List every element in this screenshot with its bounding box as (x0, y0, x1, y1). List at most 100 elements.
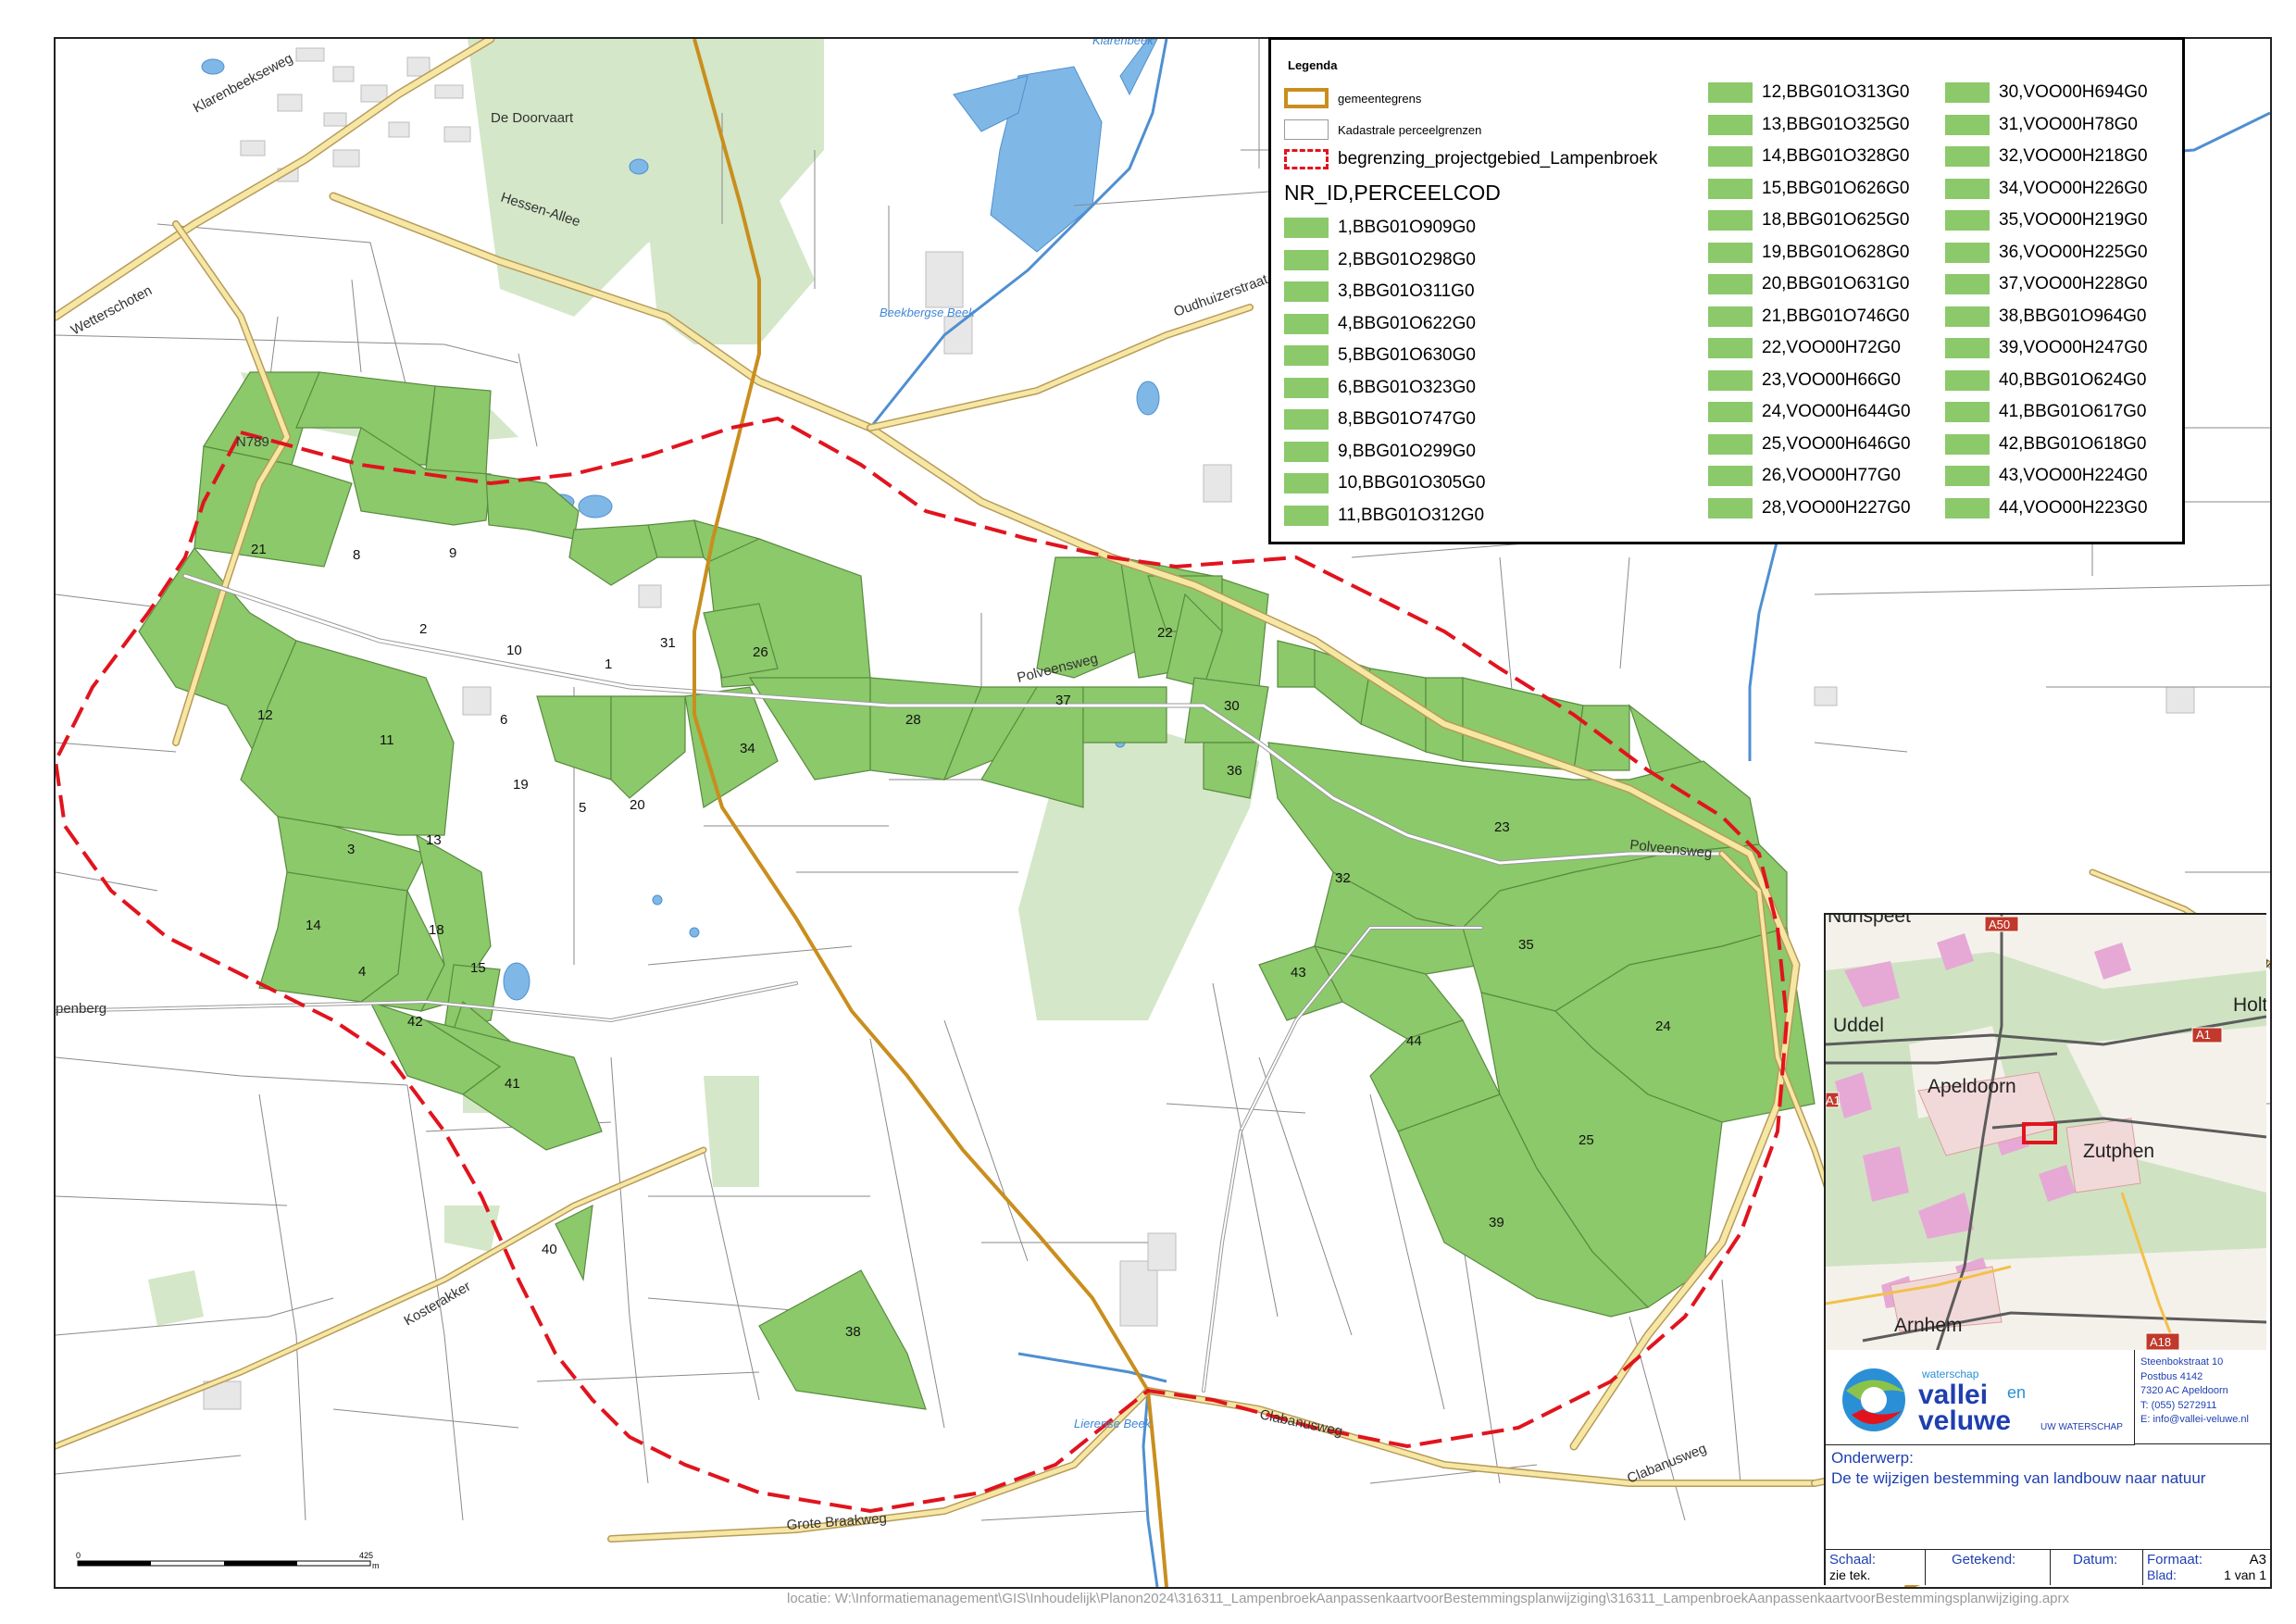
parcel-number: 19 (513, 777, 529, 793)
legend-parcel-item: 30,VOO00H694G0 (1945, 82, 2148, 103)
legend-label: Kadastrale perceelgrenzen (1338, 122, 1482, 137)
road-label: N789 (236, 434, 269, 450)
parcel-number: 6 (500, 712, 507, 728)
legend-parcel-label: 43,VOO00H224G0 (1999, 466, 2148, 485)
title-block: waterschap vallei en veluwe UW WATERSCHA… (1824, 1350, 2270, 1585)
legend-parcel-item: 4,BBG01O622G0 (1284, 313, 1476, 334)
parcel-number: 28 (905, 712, 921, 728)
place-label: Zutphen (2083, 1141, 2154, 1162)
legend-parcel-item: 42,BBG01O618G0 (1945, 433, 2147, 455)
parcel-swatch (1284, 377, 1329, 398)
legend-parcel-item: 23,VOO00H66G0 (1708, 369, 1901, 391)
parcel-number: 40 (542, 1242, 557, 1257)
parcel-number: 15 (470, 960, 486, 976)
legend-parcel-item: 14,BBG01O328G0 (1708, 146, 1910, 167)
legend-parcel-label: 22,VOO00H72G0 (1762, 338, 1901, 357)
parcel-number: 42 (407, 1014, 423, 1030)
legend-parcel-item: 43,VOO00H224G0 (1945, 466, 2148, 486)
place-label: Arnhem (1894, 1315, 1963, 1336)
legend-parcel-label: 39,VOO00H247G0 (1999, 338, 2148, 357)
parcel-swatch (1945, 146, 1990, 167)
parcel-number: 9 (449, 545, 456, 561)
parcel-number: 38 (845, 1324, 861, 1340)
parcel-number: 22 (1157, 625, 1173, 641)
legend-parcel-label: 26,VOO00H77G0 (1762, 466, 1901, 485)
place-label: Apeldoorn (1928, 1076, 2016, 1097)
parcel-swatch (1945, 338, 1990, 358)
legend-parcel-label: 30,VOO00H694G0 (1999, 82, 2148, 102)
parcel-swatch (1284, 218, 1329, 238)
parcel-swatch (1284, 505, 1329, 526)
parcel-swatch (1708, 369, 1753, 391)
legend-parcel-label: 2,BBG01O298G0 (1338, 249, 1476, 269)
address-line: E: info@vallei-veluwe.nl (2140, 1414, 2249, 1425)
legend-parcel-label: 25,VOO00H646G0 (1762, 433, 1911, 454)
logo-small-text: waterschap (1921, 1368, 1979, 1380)
legend-parcel-item: 36,VOO00H225G0 (1945, 242, 2148, 263)
water-label: Beekbergse Beek (880, 306, 976, 319)
legend-parcel-label: 3,BBG01O311G0 (1338, 281, 1475, 301)
gemeentegrens-swatch (1284, 88, 1329, 108)
formaat-row: Formaat: A3 (2147, 1552, 2266, 1568)
legend-parcel-item: 21,BBG01O746G0 (1708, 306, 1910, 327)
legend-parcel-label: 9,BBG01O299G0 (1338, 441, 1476, 461)
legend-parcel-item: 11,BBG01O312G0 (1284, 505, 1484, 526)
legend-parcel-item: 24,VOO00H644G0 (1708, 402, 1911, 422)
scale-zero: 0 (76, 1551, 81, 1560)
legend-parcel-label: 28,VOO00H227G0 (1762, 497, 1911, 518)
meta-schaal: Schaal: zie tek. (1826, 1550, 1926, 1585)
parcel-swatch (1708, 114, 1753, 135)
legend-parcel-item: 9,BBG01O299G0 (1284, 441, 1476, 462)
legend-parcel-item: 22,VOO00H72G0 (1708, 338, 1901, 358)
parcel-number: 13 (426, 832, 442, 848)
parcel-swatch (1708, 210, 1753, 231)
legend-parcel-label: 18,BBG01O625G0 (1762, 210, 1910, 230)
legend-parcel-item: 6,BBG01O323G0 (1284, 377, 1476, 398)
legend-parcel-item: 8,BBG01O747G0 (1284, 409, 1476, 430)
road-label: Grote Braakweg (786, 1510, 887, 1533)
legend-parcel-label: 34,VOO00H226G0 (1999, 178, 2148, 198)
parcel-swatch (1284, 281, 1329, 302)
meta-getekend: Getekend: (1926, 1550, 2051, 1585)
parcel-swatch (1945, 274, 1990, 294)
parcel-swatch (1708, 146, 1753, 167)
parcel-swatch (1284, 249, 1329, 270)
inset-road-label: A1 (2196, 1028, 2211, 1042)
road-label: Wetterschoten (69, 282, 155, 338)
parcel-swatch (1708, 82, 1753, 103)
legend-parcel-label: 41,BBG01O617G0 (1999, 402, 2147, 421)
legend-parcel-label: 4,BBG01O622G0 (1338, 313, 1476, 333)
parcel-swatch (1284, 441, 1329, 462)
place-label: Holt (2233, 994, 2266, 1016)
legend-parcel-label: 44,VOO00H223G0 (1999, 497, 2148, 518)
parcel-number: 32 (1335, 870, 1351, 886)
legend-parcel-item: 28,VOO00H227G0 (1708, 497, 1911, 518)
place-label: Nunspeet (1828, 915, 1911, 927)
legend-parcel-label: 19,BBG01O628G0 (1762, 242, 1910, 262)
legend-parcel-item: 18,BBG01O625G0 (1708, 210, 1910, 231)
legend-parcel-item: 34,VOO00H226G0 (1945, 178, 2148, 199)
parcel-swatch (1708, 466, 1753, 486)
legend-parcel-label: 24,VOO00H644G0 (1762, 402, 1911, 421)
parcel-number: 41 (505, 1076, 520, 1092)
road-label: Oudhuizerstraat (1172, 271, 1271, 320)
legend-parcel-item: 32,VOO00H218G0 (1945, 146, 2148, 167)
legend-parcel-item: 13,BBG01O325G0 (1708, 114, 1910, 135)
inset-road-label: A18 (2150, 1335, 2171, 1349)
parcel-number: 43 (1291, 965, 1306, 981)
legend-parcel-label: 21,BBG01O746G0 (1762, 306, 1910, 326)
legend-parcel-item: 1,BBG01O909G0 (1284, 218, 1476, 238)
parcel-number: 44 (1406, 1033, 1422, 1049)
address-line: 7320 AC Apeldoorn (2140, 1385, 2228, 1396)
parcel-number: 25 (1578, 1132, 1594, 1148)
parcel-number: 21 (251, 542, 267, 557)
getekend-label: Getekend: (1952, 1552, 2016, 1568)
legend-parcel-label: 6,BBG01O323G0 (1338, 377, 1476, 397)
parcel-number: 36 (1227, 763, 1242, 779)
legend-parcel-item: 39,VOO00H247G0 (1945, 338, 2148, 358)
legend-item-kadastrale: Kadastrale perceelgrenzen (1284, 119, 1481, 140)
blad-row: Blad: 1 van 1 (2147, 1568, 2266, 1582)
meta-datum: Datum: (2051, 1550, 2143, 1585)
legend-parcel-item: 41,BBG01O617G0 (1945, 402, 2147, 422)
parcel-swatch (1945, 433, 1990, 455)
